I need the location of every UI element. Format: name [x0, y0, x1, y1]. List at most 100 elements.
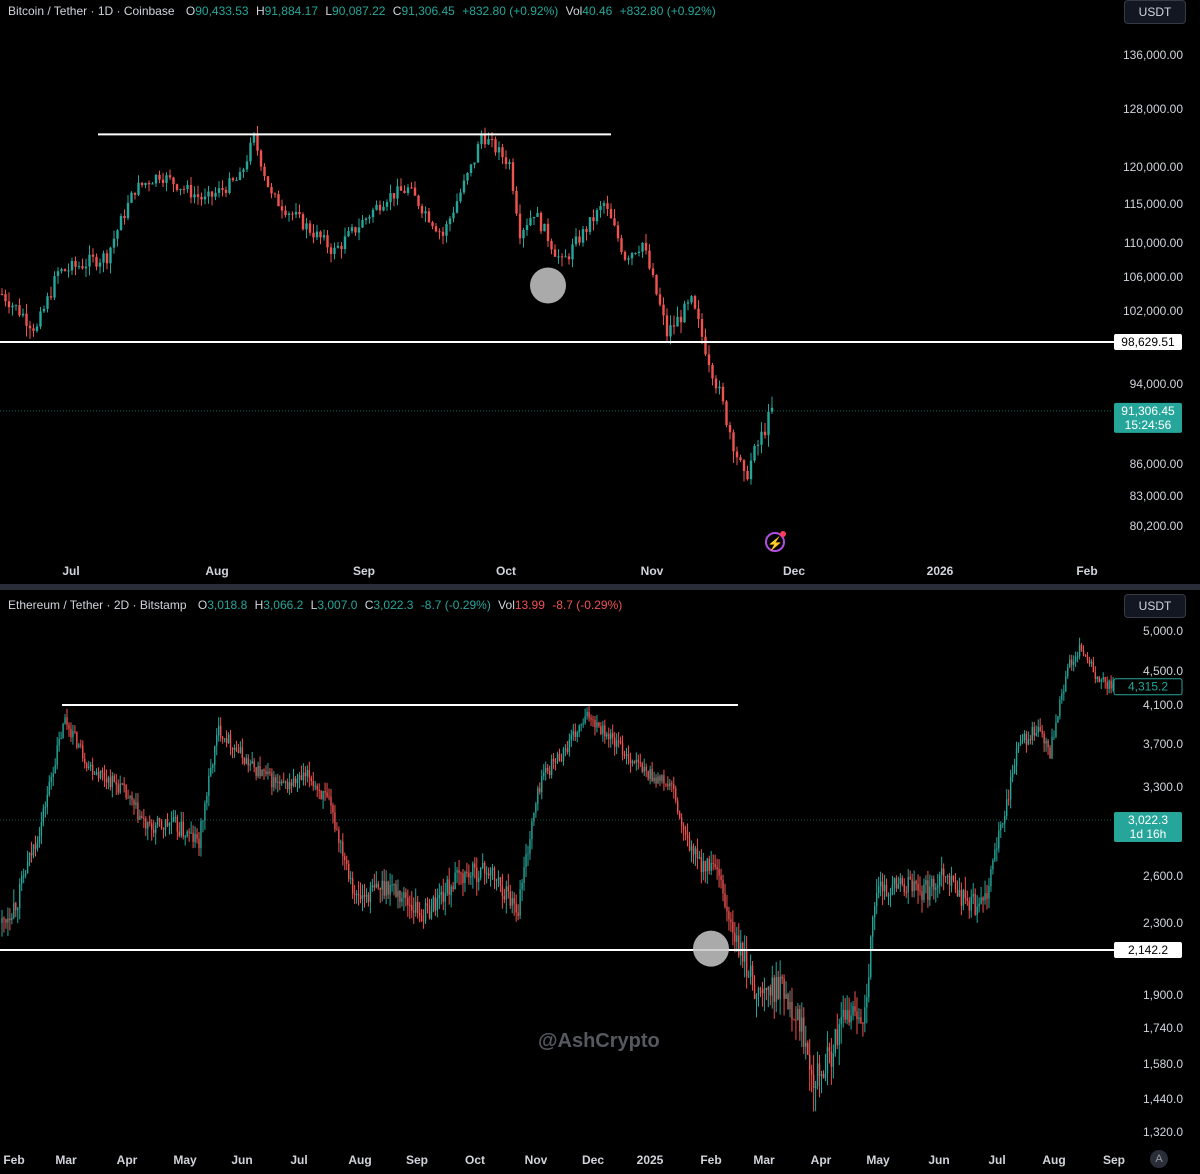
eth-symbol-title[interactable]: Ethereum / Tether · 2D · Bitstamp — [8, 598, 187, 612]
x-axis-tick-label: Feb — [1076, 564, 1097, 578]
candle — [602, 200, 606, 214]
candle-body — [115, 782, 117, 785]
candle — [228, 172, 231, 195]
candle — [56, 267, 60, 284]
candle — [294, 775, 297, 788]
candle-body — [93, 773, 96, 775]
btc-symbol-title[interactable]: Bitcoin / Tether · 1D · Coinbase — [8, 4, 175, 18]
candle — [239, 741, 242, 754]
candle — [783, 974, 785, 1016]
candle-body — [81, 266, 84, 269]
candle — [734, 921, 736, 953]
candle-body — [952, 875, 955, 880]
candle-body — [818, 1063, 821, 1076]
candle — [306, 765, 309, 783]
candle — [828, 1042, 831, 1064]
candle-body — [976, 906, 978, 915]
candle — [966, 890, 968, 906]
candle — [140, 182, 144, 188]
y-axis-tick-label: 1,320.0 — [1143, 1125, 1183, 1139]
candle-body — [338, 829, 340, 843]
btc-currency-button[interactable]: USDT — [1124, 0, 1186, 24]
candle — [728, 421, 732, 440]
btc-chart-panel[interactable]: 136,000.00 128,000.00 120,000.00 115,000.00… — [0, 0, 1200, 584]
candle — [430, 898, 433, 920]
candle-body — [604, 725, 606, 737]
candle — [116, 229, 119, 247]
candle — [350, 223, 354, 234]
candle — [539, 782, 541, 795]
lightning-alert-icon[interactable]: ⚡ — [765, 531, 786, 552]
candle — [265, 765, 267, 777]
candle-body — [630, 253, 634, 259]
candle — [156, 815, 159, 828]
candle-body — [663, 775, 665, 784]
candle — [1110, 675, 1112, 694]
candle-body — [186, 184, 189, 190]
candle — [513, 892, 515, 916]
candle — [462, 174, 466, 195]
candle-body — [438, 895, 441, 899]
candle — [491, 863, 494, 880]
candle-body — [785, 994, 787, 999]
candle-body — [245, 161, 249, 170]
candle — [223, 738, 226, 743]
candle-body — [651, 769, 653, 781]
candle-body — [763, 988, 766, 994]
candle — [834, 1028, 837, 1057]
candle — [17, 906, 19, 924]
candle — [375, 871, 377, 889]
eth-chart-panel[interactable]: 5,000.0 4,500.0 4,100.0 3,700.0 3,300.0 2,600… — [0, 590, 1200, 1174]
candle — [706, 857, 708, 884]
candle — [296, 773, 299, 792]
candle-body — [1078, 644, 1081, 657]
candle — [767, 986, 770, 1008]
candle-body — [245, 758, 247, 764]
candle — [667, 776, 669, 791]
candle — [74, 725, 76, 734]
candle — [610, 728, 612, 748]
candle-body — [960, 889, 963, 906]
eth-currency-button[interactable]: USDT — [1124, 594, 1186, 618]
eth-chart[interactable]: 5,000.04,500.04,100.03,700.03,300.02,600… — [0, 590, 1200, 1174]
candle — [870, 935, 872, 980]
candle-body — [391, 884, 393, 886]
candle-body — [746, 470, 749, 480]
candle — [1090, 659, 1093, 668]
candle-body — [383, 880, 385, 896]
candle — [738, 923, 740, 958]
last-price-tag-countdown: 1d 16h — [1130, 827, 1167, 841]
candle-body — [328, 796, 330, 798]
candle-body — [649, 769, 651, 779]
candle-body — [497, 147, 501, 153]
candle-body — [424, 903, 427, 922]
candle-body — [505, 886, 508, 900]
candle — [720, 868, 722, 889]
candle — [677, 797, 679, 815]
candle-body — [462, 180, 466, 193]
candle-body — [499, 877, 502, 886]
candle — [860, 1009, 862, 1025]
candle-body — [371, 885, 374, 888]
candle — [227, 732, 230, 744]
candle-body — [554, 761, 557, 763]
candle — [112, 230, 116, 254]
candle-body — [241, 747, 244, 758]
candle-body — [700, 319, 704, 337]
candle-body — [263, 769, 265, 772]
candle-body — [344, 856, 346, 861]
candle — [536, 206, 539, 218]
x-axis-tick-label: Sep — [406, 1153, 428, 1167]
btc-chart[interactable]: 136,000.00128,000.00120,000.00115,000.00… — [0, 0, 1200, 584]
candle-body — [832, 1053, 835, 1067]
candle — [840, 1002, 842, 1044]
candle — [696, 838, 699, 870]
eth-close-value: 3,022.3 — [373, 598, 414, 612]
candle-body — [665, 783, 667, 785]
candle — [401, 891, 403, 907]
candle-body — [1082, 650, 1085, 655]
candle-body — [196, 834, 198, 839]
candle — [28, 320, 32, 339]
auto-scale-button[interactable]: A — [1150, 1150, 1168, 1168]
candle-body — [1100, 679, 1102, 682]
